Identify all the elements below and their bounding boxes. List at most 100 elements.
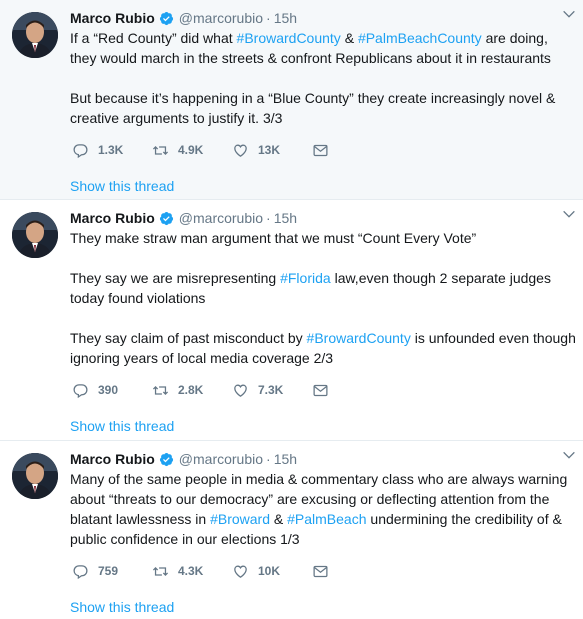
retweet-count: 2.8K (178, 383, 204, 397)
author-handle[interactable]: @marcorubio (179, 451, 263, 467)
like-icon (234, 565, 247, 578)
tweet-text: If a “Red County” did what #BrowardCount… (70, 28, 577, 128)
tweet-actions: 390 2.8K 7.3K (70, 380, 577, 400)
reply-icon (73, 143, 88, 158)
text-segment: They say we are misrepresenting (70, 270, 281, 286)
reply-button[interactable]: 1.3K (70, 142, 150, 159)
verified-icon (159, 452, 174, 467)
direct-message-button[interactable] (310, 563, 390, 580)
tweet[interactable]: Marco Rubio @marcorubio · 15h If a “Red … (0, 0, 583, 200)
caret-down-icon[interactable] (561, 447, 577, 463)
separator: · (266, 210, 271, 226)
reply-count: 759 (98, 564, 119, 578)
retweet-icon (152, 145, 169, 155)
tweet-timestamp[interactable]: 15h (274, 10, 297, 26)
text-segment: Many of the same people in media & comme… (70, 471, 568, 487)
hashtag-link[interactable]: #PalmBeachCounty (358, 30, 482, 46)
tweet-text-line: public confidence in our elections 1/3 (70, 529, 577, 549)
direct-message-icon (313, 144, 328, 156)
retweet-count: 4.3K (178, 564, 204, 578)
like-count: 7.3K (258, 383, 284, 397)
avatar[interactable] (12, 12, 58, 58)
text-segment: & (340, 30, 358, 46)
author-handle[interactable]: @marcorubio (179, 210, 263, 226)
text-segment: & (270, 511, 288, 527)
tweet-text: Many of the same people in media & comme… (70, 469, 577, 549)
text-segment: today found violations (70, 290, 206, 306)
avatar[interactable] (12, 212, 58, 258)
direct-message-icon (313, 384, 328, 396)
text-segment: are doing, (481, 30, 548, 46)
like-button[interactable]: 7.3K (230, 382, 310, 399)
verified-icon (159, 11, 174, 26)
caret-down-icon[interactable] (561, 6, 577, 22)
tweet-text-line: Many of the same people in media & comme… (70, 469, 577, 489)
like-icon (234, 384, 247, 397)
text-segment: ignoring years of local media coverage 2… (70, 350, 334, 366)
caret-down-icon[interactable] (561, 206, 577, 222)
author-name[interactable]: Marco Rubio (70, 451, 155, 467)
hashtag-link[interactable]: #BrowardCounty (237, 30, 341, 46)
like-count: 13K (258, 143, 281, 157)
hashtag-link[interactable]: #Florida (280, 270, 331, 286)
avatar[interactable] (12, 453, 58, 499)
text-segment: But because it’s happening in a “Blue Co… (70, 90, 556, 106)
author-name[interactable]: Marco Rubio (70, 10, 155, 26)
timeline: Marco Rubio @marcorubio · 15h If a “Red … (0, 0, 583, 619)
text-segment: public confidence in our elections 1/3 (70, 531, 300, 547)
show-thread-link[interactable]: Show this thread (70, 599, 174, 615)
retweet-icon (152, 566, 169, 576)
separator: · (266, 10, 271, 26)
retweet-button[interactable]: 2.8K (150, 382, 230, 399)
retweet-icon (152, 385, 169, 395)
reply-button[interactable]: 759 (70, 563, 150, 580)
text-segment: undermining the credibility of & (366, 511, 562, 527)
verified-icon (159, 211, 174, 226)
tweet-actions: 759 4.3K 10K (70, 561, 577, 581)
text-segment: If a “Red County” did what (70, 30, 237, 46)
tweet-text-line: about “threats to our democracy” are exc… (70, 489, 577, 509)
reply-count: 1.3K (98, 143, 124, 157)
text-segment: they would march in the streets & confro… (70, 50, 551, 66)
direct-message-button[interactable] (310, 142, 390, 159)
reply-button[interactable]: 390 (70, 382, 150, 399)
tweet[interactable]: Marco Rubio @marcorubio · 15h They make … (0, 200, 583, 441)
like-count: 10K (258, 564, 281, 578)
retweet-button[interactable]: 4.9K (150, 142, 230, 159)
hashtag-link[interactable]: #BrowardCounty (307, 330, 411, 346)
direct-message-icon (313, 565, 328, 577)
reply-icon (73, 564, 88, 579)
tweet-text-line: they would march in the streets & confro… (70, 48, 577, 68)
retweet-button[interactable]: 4.3K (150, 563, 230, 580)
like-button[interactable]: 10K (230, 563, 310, 580)
show-thread-link[interactable]: Show this thread (70, 178, 174, 194)
tweet-text-line: They make straw man argument that we mus… (70, 228, 577, 248)
text-segment: They make straw man argument that we mus… (70, 230, 477, 246)
tweet-actions: 1.3K 4.9K 13K (70, 140, 577, 160)
tweet-text-line: They say claim of past misconduct by #Br… (70, 328, 577, 348)
author-handle[interactable]: @marcorubio (179, 10, 263, 26)
hashtag-link[interactable]: #PalmBeach (287, 511, 366, 527)
show-thread-link[interactable]: Show this thread (70, 418, 174, 434)
tweet-text-line: They say we are misrepresenting #Florida… (70, 268, 577, 288)
like-button[interactable]: 13K (230, 142, 310, 159)
tweet-text-line: ignoring years of local media coverage 2… (70, 348, 577, 368)
tweet[interactable]: Marco Rubio @marcorubio · 15h Many of th… (0, 441, 583, 619)
tweet-timestamp[interactable]: 15h (274, 210, 297, 226)
tweet-text-line: blatant lawlessness in #Broward & #PalmB… (70, 509, 577, 529)
separator: · (266, 451, 271, 467)
reply-count: 390 (98, 383, 119, 397)
tweet-timestamp[interactable]: 15h (274, 451, 297, 467)
text-segment: blatant lawlessness in (70, 511, 211, 527)
like-icon (234, 144, 247, 157)
direct-message-button[interactable] (310, 382, 390, 399)
reply-icon (73, 383, 88, 398)
tweet-text: They make straw man argument that we mus… (70, 228, 577, 368)
tweet-text-line: If a “Red County” did what #BrowardCount… (70, 28, 577, 48)
author-name[interactable]: Marco Rubio (70, 210, 155, 226)
hashtag-link[interactable]: #Broward (210, 511, 270, 527)
text-segment: law,even though 2 separate judges (330, 270, 551, 286)
